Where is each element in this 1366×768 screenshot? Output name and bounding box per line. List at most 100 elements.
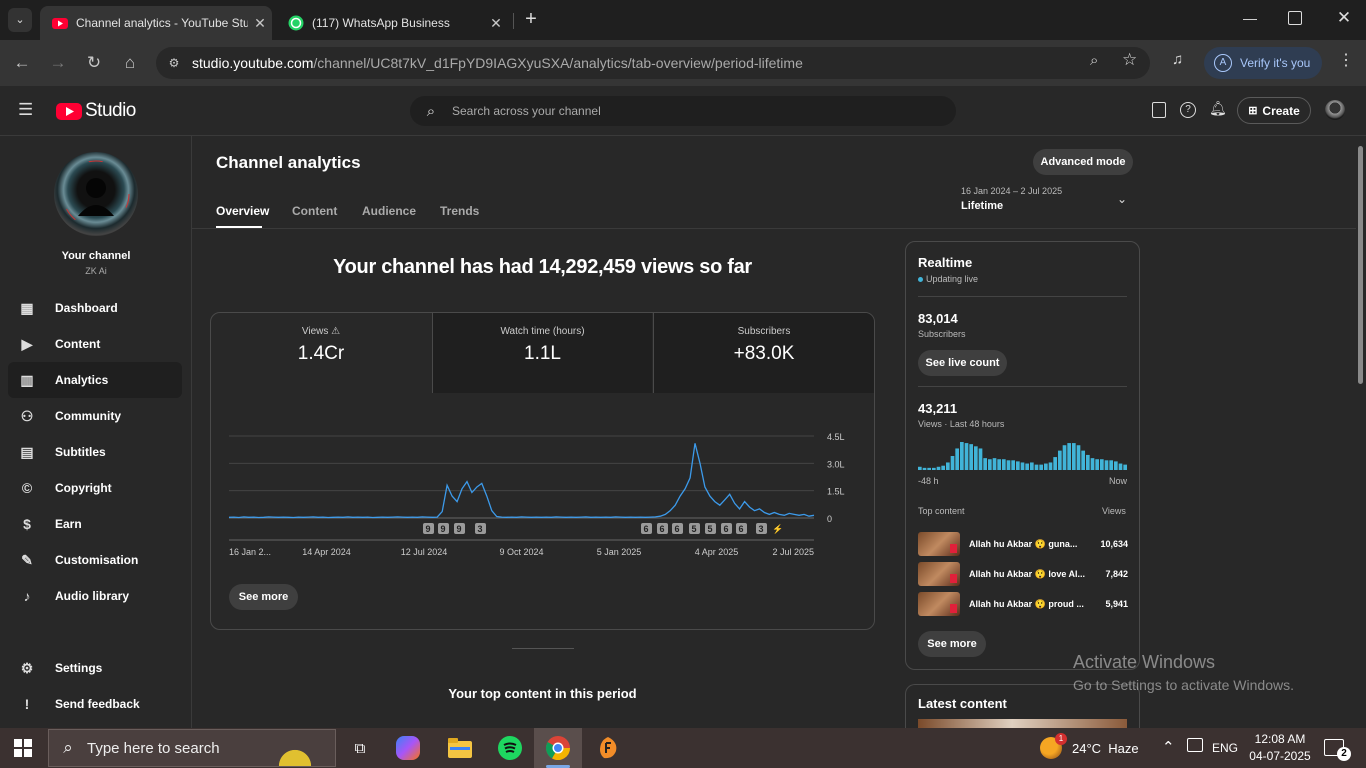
realtime-bar[interactable]	[950, 456, 955, 470]
advanced-mode-button[interactable]: Advanced mode	[1033, 149, 1133, 175]
realtime-bar[interactable]	[927, 467, 931, 470]
realtime-bar[interactable]	[922, 467, 927, 470]
studio-logo[interactable]: Studio	[56, 100, 136, 122]
help-icon[interactable]: ?	[1180, 102, 1196, 118]
metric-watch-time[interactable]: Watch time (hours) 1.1L	[432, 313, 652, 393]
views-line-chart[interactable]: 4.5L3.0L1.5L09 9 9 3 6 6 6 5 5 6 6 3 ⚡16 Jan 2... 14 …	[222, 420, 852, 570]
realtime-bar[interactable]	[1090, 458, 1095, 470]
realtime-bar[interactable]	[1104, 460, 1109, 470]
realtime-bar[interactable]	[1034, 464, 1039, 470]
zoom-icon[interactable]: ⌕	[1090, 52, 1108, 70]
sidebar-item-send-feedback[interactable]: ! Send feedback	[8, 686, 182, 722]
notifications-bell-icon[interactable]: 🔔︎	[1209, 100, 1227, 118]
sidebar-item-customisation[interactable]: ✎ Customisation	[8, 542, 182, 578]
realtime-bar[interactable]	[941, 465, 945, 470]
network-icon[interactable]	[1187, 738, 1203, 752]
see-more-button[interactable]: See more	[229, 584, 298, 610]
top-content-row[interactable]: Allah hu Akbar 😲 guna... 10,634	[918, 532, 1128, 556]
home-icon[interactable]: ⌂	[118, 51, 142, 75]
page-scrollbar[interactable]	[1358, 146, 1363, 384]
site-info-icon[interactable]: ⚙	[156, 56, 192, 70]
realtime-bar[interactable]	[1118, 463, 1123, 470]
reload-icon[interactable]: ↻	[82, 51, 106, 75]
tab-overview[interactable]: Overview	[216, 204, 269, 218]
realtime-bar[interactable]	[1053, 457, 1057, 470]
realtime-bar[interactable]	[932, 467, 936, 470]
realtime-bar[interactable]	[936, 466, 941, 470]
realtime-bar[interactable]	[918, 466, 922, 470]
realtime-bar[interactable]	[978, 448, 983, 470]
realtime-bar[interactable]	[1048, 462, 1053, 470]
browser-menu-icon[interactable]: ⋮	[1338, 50, 1354, 74]
realtime-bar[interactable]	[1006, 460, 1011, 470]
new-tab-button[interactable]: +	[520, 8, 542, 32]
create-button[interactable]: ⊞ Create	[1237, 97, 1311, 124]
minimize-button[interactable]: —	[1240, 10, 1260, 30]
sidebar-item-dashboard[interactable]: ▦ Dashboard	[8, 290, 182, 326]
realtime-bar[interactable]	[1067, 443, 1071, 470]
metric-subscribers[interactable]: Subscribers +83.0K	[653, 313, 874, 393]
realtime-bar[interactable]	[1016, 461, 1020, 470]
close-window-button[interactable]: ✕	[1334, 8, 1354, 28]
sidebar-item-content[interactable]: ▶ Content	[8, 326, 182, 362]
sidebar-item-copyright[interactable]: © Copyright	[8, 470, 182, 506]
tab-whatsapp[interactable]: (117) WhatsApp Business ✕	[276, 6, 508, 40]
realtime-bar[interactable]	[1011, 460, 1015, 470]
realtime-bar[interactable]	[992, 458, 997, 470]
realtime-bar[interactable]	[1076, 445, 1081, 470]
spotify-icon[interactable]	[496, 734, 524, 762]
channel-avatar[interactable]	[54, 152, 138, 236]
metric-views[interactable]: Views ⚠ 1.4Cr	[211, 313, 431, 393]
realtime-bar[interactable]	[974, 446, 978, 470]
realtime-bar[interactable]	[1072, 443, 1076, 470]
realtime-bar[interactable]	[1081, 450, 1085, 470]
realtime-bar[interactable]	[1025, 463, 1029, 470]
realtime-bar[interactable]	[964, 443, 969, 470]
realtime-bar[interactable]	[1100, 459, 1104, 470]
realtime-bar[interactable]	[983, 458, 987, 470]
realtime-bar[interactable]	[960, 442, 964, 470]
realtime-bar[interactable]	[1086, 454, 1090, 470]
realtime-bar-chart[interactable]	[918, 436, 1128, 470]
top-content-row[interactable]: Allah hu Akbar 😲 love Al... 7,842	[918, 562, 1128, 586]
realtime-bar[interactable]	[1044, 463, 1048, 470]
realtime-see-more-button[interactable]: See more	[918, 631, 986, 657]
tab-content[interactable]: Content	[292, 204, 337, 218]
chrome-icon[interactable]	[544, 734, 572, 762]
taskbar-search-box[interactable]: ⌕ Type here to search	[48, 729, 336, 767]
show-hidden-icons-chevron-icon[interactable]: ⌃	[1162, 738, 1175, 756]
back-icon[interactable]: ←	[10, 51, 34, 75]
sidebar-item-community[interactable]: ⚇ Community	[8, 398, 182, 434]
tab-audience[interactable]: Audience	[362, 204, 416, 218]
realtime-bar[interactable]	[1062, 445, 1067, 470]
realtime-bar[interactable]	[988, 459, 992, 470]
close-icon[interactable]: ✕	[248, 15, 272, 32]
messages-icon[interactable]	[1152, 102, 1166, 118]
fl-studio-icon[interactable]	[594, 734, 622, 762]
realtime-bar[interactable]	[1002, 459, 1006, 470]
realtime-bar[interactable]	[1123, 464, 1127, 470]
realtime-bar[interactable]	[1109, 460, 1113, 470]
task-view-icon[interactable]: ⧉	[346, 734, 374, 762]
realtime-bar[interactable]	[1114, 461, 1118, 470]
profile-verify-button[interactable]: A Verify it's you	[1204, 47, 1322, 79]
realtime-bar[interactable]	[969, 444, 973, 470]
realtime-bar[interactable]	[1058, 450, 1062, 470]
restore-button[interactable]	[1288, 11, 1302, 25]
realtime-bar[interactable]	[1030, 462, 1034, 470]
account-avatar[interactable]	[1325, 100, 1345, 120]
sidebar-item-settings[interactable]: ⚙ Settings	[8, 650, 182, 686]
forward-icon[interactable]: →	[46, 51, 70, 75]
notification-center-icon[interactable]: 2	[1324, 739, 1351, 761]
realtime-bar[interactable]	[955, 448, 959, 470]
weather-widget[interactable]: 1 24°C Haze	[1040, 733, 1139, 761]
copilot-icon[interactable]	[396, 736, 420, 760]
tab-trends[interactable]: Trends	[440, 204, 479, 218]
sidebar-item-earn[interactable]: $ Earn	[8, 506, 182, 542]
channel-search-input[interactable]: ⌕ Search across your channel	[410, 96, 956, 126]
media-control-icon[interactable]: ♫	[1172, 51, 1190, 69]
realtime-bar[interactable]	[946, 462, 950, 470]
sidebar-item-analytics[interactable]: ▥ Analytics	[8, 362, 182, 398]
tab-search-button[interactable]: ⌄	[8, 8, 32, 32]
tab-youtube-studio[interactable]: Channel analytics - YouTube Stu ✕	[40, 6, 272, 40]
